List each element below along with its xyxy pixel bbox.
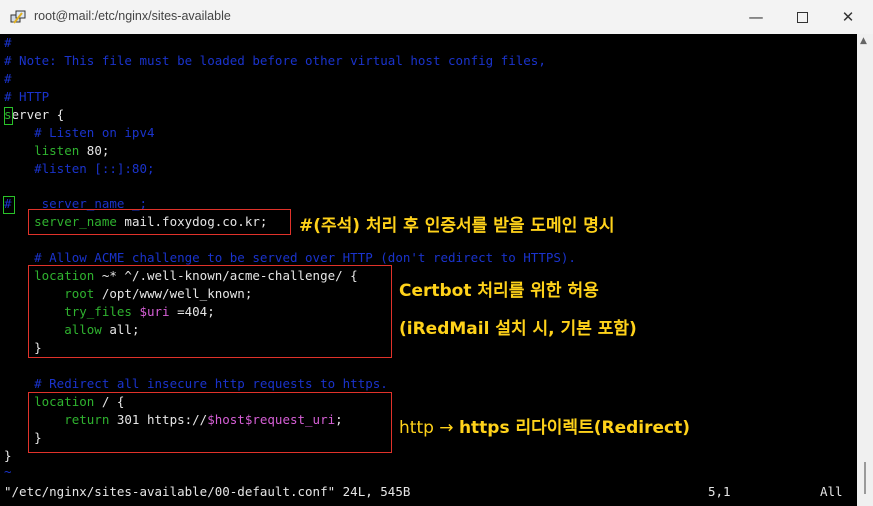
maximize-icon[interactable] — [779, 0, 825, 34]
editor-line: # Listen on ipv4 — [4, 125, 155, 140]
annotation-iredmail: (iRedMail 설치 시, 기본 포함) — [399, 319, 637, 339]
highlight-box-acme-location — [28, 265, 392, 358]
close-icon[interactable]: ✕ — [825, 0, 871, 34]
vertical-scrollbar[interactable]: ▲ — [857, 34, 873, 506]
window-title: root@mail:/etc/nginx/sites-available — [34, 9, 231, 23]
scroll-up-icon[interactable]: ▲ — [860, 36, 867, 46]
putty-icon[interactable] — [10, 9, 26, 25]
editor-line: # HTTP — [4, 89, 50, 104]
scrollbar-thumb[interactable] — [864, 462, 866, 494]
editor-line: listen 80; — [4, 143, 110, 158]
empty-line-tilde: ~ — [4, 464, 12, 479]
window-titlebar: root@mail:/etc/nginx/sites-available — ✕ — [0, 0, 873, 34]
editor-line: server { — [4, 107, 65, 122]
editor-line: # Note: This file must be loaded before … — [4, 53, 546, 68]
status-filename: "/etc/nginx/sites-available/00-default.c… — [4, 484, 411, 499]
editor-line: #listen [::]:80; — [4, 161, 155, 176]
editor-line: # — [4, 35, 12, 50]
annotation-redirect: http → https 리다이렉트(Redirect) — [399, 418, 690, 438]
highlight-box-server-name — [28, 209, 291, 235]
annotation-certbot: Certbot 처리를 위한 허용 — [399, 281, 599, 301]
editor-line: # Redirect all insecure http requests to… — [4, 376, 388, 391]
editor-line: # — [4, 71, 12, 86]
marker-box — [3, 196, 15, 214]
highlight-box-redirect-location — [28, 392, 392, 453]
text-cursor — [4, 107, 13, 125]
status-scroll: All — [820, 484, 843, 499]
annotation-server-name: #(주석) 처리 후 인증서를 받을 도메인 명시 — [299, 216, 615, 236]
status-cursor-position: 5,1 — [708, 484, 731, 499]
minimize-icon[interactable]: — — [733, 0, 779, 34]
